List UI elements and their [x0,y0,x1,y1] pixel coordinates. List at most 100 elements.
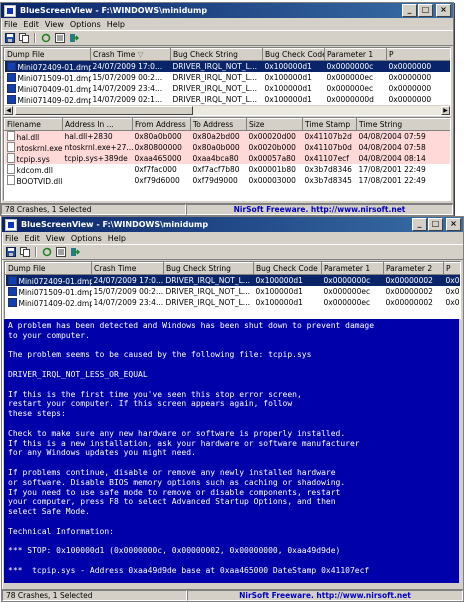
crash-list[interactable]: Dump File Crash Time Bug Check String Bu… [4,261,461,319]
column-header[interactable]: Bug Check String [170,48,263,61]
table-row[interactable]: ntoskrnl.exe ntoskrnl.exe+27... 0x8080000… [4,142,450,153]
column-header[interactable]: P [386,48,450,61]
column-header[interactable]: P [443,262,460,275]
table-row[interactable]: Mini071409-02.dmp 14/07/2009 23:4... DRIV… [6,297,461,308]
save-icon[interactable] [5,247,17,258]
bsod-preview: A problem has been detected and Windows … [4,319,459,583]
column-header[interactable]: From Address [132,118,191,131]
menu-view[interactable]: View [45,20,64,29]
dump-file-icon [6,72,16,82]
status-bar: 78 Crashes, 1 Selected NirSoft Freeware.… [2,589,463,601]
status-nirsoft-link[interactable]: NirSoft Freeware. http://www.nirsoft.net [187,590,463,601]
refresh-icon[interactable] [41,247,53,258]
toolbar [2,244,463,260]
status-crash-count: 78 Crashes, 1 Selected [2,590,187,601]
table-row[interactable]: tcpip.sys tcpip.sys+389de 0xaa465000 0xaa4… [4,153,450,164]
save-icon[interactable] [4,33,16,44]
menu-help[interactable]: Help [108,234,126,243]
driver-list[interactable]: Filename Address In ... From Address To … [3,117,451,201]
menu-file[interactable]: File [4,20,17,29]
sort-arrow-icon: ▽ [137,50,144,59]
column-header[interactable]: Address In ... [62,118,133,131]
dump-file-icon [6,94,16,104]
copy-icon[interactable] [18,33,30,44]
table-row[interactable]: Mini070409-01.dmp 14/07/2009 23:4... DRIV… [5,83,451,94]
table-row[interactable]: Mini071509-01.dmp 15/07/2009 00:2... DRIV… [5,72,451,83]
table-row[interactable]: kdcom.dll 0xf7fac000 0xf7acf7b80 0x00001b8… [5,164,451,175]
column-header[interactable]: Crash Time ▽ [90,48,171,61]
dump-file-icon [7,275,17,285]
toolbar-separator [34,33,36,43]
close-button[interactable]: × [446,218,461,231]
title-bar[interactable]: BlueScreenView - F:\WINDOWS\minidump _ □… [1,3,453,18]
driver-file-icon [6,164,15,174]
app-icon [4,4,16,17]
table-row[interactable]: BOOTVID.dll 0xf79d6000 0xf79d9000 0x000030… [5,175,451,186]
title-bar[interactable]: BlueScreenView - F:\WINDOWS\minidump _ □… [2,217,463,232]
status-bar: 78 Crashes, 1 Selected NirSoft Freeware.… [1,203,453,215]
menu-view[interactable]: View [46,234,65,243]
maximize-button[interactable]: □ [418,4,433,17]
table-row[interactable]: Mini072409-01.dmp 24/07/2009 17:0... DRIV… [4,60,450,72]
menu-options[interactable]: Options [70,20,101,29]
column-header[interactable]: Dump File [4,48,91,61]
status-nirsoft-link[interactable]: NirSoft Freeware. http://www.nirsoft.net [186,204,453,215]
menu-file[interactable]: File [5,234,18,243]
column-header[interactable]: Dump File [5,262,92,275]
menu-bar: File Edit View Options Help [2,232,463,244]
table-row[interactable]: hal.dll hal.dll+2830 0x80a0b000 0x80a2bd00… [4,130,450,142]
column-header[interactable]: Bug Check Code [262,48,325,61]
properties-icon[interactable] [54,33,66,44]
refresh-icon[interactable] [40,33,52,44]
exit-icon[interactable] [69,247,81,258]
properties-icon[interactable] [55,247,67,258]
exit-icon[interactable] [68,33,80,44]
toolbar [1,30,453,46]
window-title: BlueScreenView - F:\WINDOWS\minidump [21,220,209,229]
menu-edit[interactable]: Edit [23,20,39,29]
menu-options[interactable]: Options [71,234,102,243]
crash-list-header: Dump File Crash Time Bug Check String Bu… [5,262,460,275]
driver-file-icon [6,175,15,185]
column-header[interactable]: Time String [356,118,450,131]
menu-bar: File Edit View Options Help [1,18,453,30]
dump-file-icon [6,61,16,71]
menu-help[interactable]: Help [107,20,125,29]
window-title: BlueScreenView - F:\WINDOWS\minidump [20,6,208,15]
column-header[interactable]: Bug Check String [163,262,254,275]
table-row[interactable]: Mini072409-01.dmp 24/07/2009 17:0... DRIV… [5,274,460,286]
toolbar-separator [35,247,37,257]
dump-file-icon [7,297,17,307]
column-header[interactable]: Filename [4,118,63,131]
status-crash-count: 78 Crashes, 1 Selected [1,204,186,215]
scroll-left-button[interactable]: ◀ [4,106,13,115]
horizontal-scrollbar[interactable]: ◀ ▶ [4,105,450,115]
minimize-button[interactable]: _ [402,4,417,17]
crash-list[interactable]: Dump File Crash Time ▽ Bug Check String … [3,47,451,116]
copy-icon[interactable] [19,247,31,258]
column-header[interactable]: Time Stamp [302,118,357,131]
scroll-thumb[interactable] [15,106,193,115]
column-header[interactable]: Size [246,118,303,131]
column-header[interactable]: Parameter 1 [321,262,384,275]
maximize-button[interactable]: □ [428,218,443,231]
column-header[interactable]: Parameter 1 [324,48,387,61]
driver-file-icon [6,153,15,163]
window-bottom: BlueScreenView - F:\WINDOWS\minidump _ □… [1,216,464,602]
column-header[interactable]: Parameter 2 [383,262,444,275]
dump-file-icon [7,286,17,296]
scroll-right-button[interactable]: ▶ [441,106,450,115]
app-icon [5,218,17,231]
close-button[interactable]: × [436,4,451,17]
column-header[interactable]: Crash Time [91,262,164,275]
crash-list-header: Dump File Crash Time ▽ Bug Check String … [4,48,450,61]
column-header[interactable]: To Address [190,118,247,131]
table-row[interactable]: Mini071509-01.dmp 15/07/2009 00:2... DRIV… [6,286,461,297]
menu-edit[interactable]: Edit [24,234,40,243]
column-header[interactable]: Bug Check Code [253,262,322,275]
driver-file-icon [6,131,15,141]
table-row[interactable]: Mini071409-02.dmp 14/07/2009 02:1... DRIV… [5,94,451,105]
dump-file-icon [6,83,16,93]
minimize-button[interactable]: _ [412,218,427,231]
driver-list-header: Filename Address In ... From Address To … [4,118,450,131]
